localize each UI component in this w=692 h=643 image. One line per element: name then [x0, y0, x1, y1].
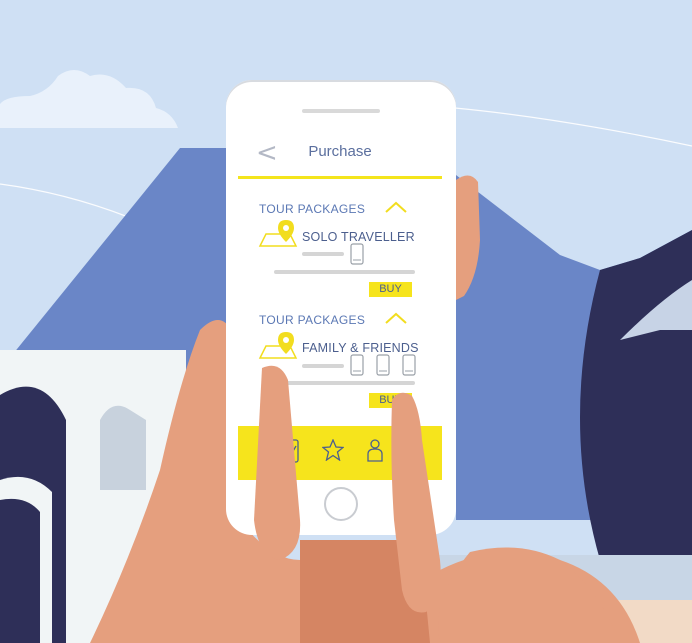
- section-label: TOUR PACKAGES: [259, 202, 366, 216]
- left-wrist: [300, 540, 430, 643]
- section-label: TOUR PACKAGES: [259, 313, 366, 327]
- chevron-up-icon[interactable]: [384, 201, 408, 213]
- divider-bar: [274, 381, 415, 385]
- package-name: SOLO TRAVELLER: [302, 230, 415, 244]
- app-header: < Purchase: [238, 128, 442, 179]
- buy-button[interactable]: BUY: [369, 393, 412, 408]
- user-icon[interactable]: [366, 438, 384, 462]
- phone-icon[interactable]: [284, 439, 300, 463]
- map-pin-icon: [258, 220, 298, 247]
- phone-speaker: [302, 109, 380, 113]
- info-bar: [302, 364, 344, 368]
- chevron-up-icon[interactable]: [384, 312, 408, 324]
- phone-icon: [402, 354, 416, 376]
- star-icon[interactable]: [322, 439, 344, 461]
- map-pin-icon: [258, 332, 298, 359]
- home-button[interactable]: [323, 486, 359, 522]
- divider-bar: [274, 270, 415, 274]
- building-arch: [0, 498, 40, 643]
- package-name: FAMILY & FRIENDS: [302, 341, 419, 355]
- tab-bar: [238, 426, 442, 480]
- page-title: Purchase: [308, 143, 372, 160]
- building-window: [100, 405, 146, 490]
- phone-screen: < Purchase TOUR PACKAGES SOLO TRAVELLER …: [238, 128, 442, 480]
- info-bar: [302, 252, 344, 256]
- phone-icon: [350, 354, 364, 376]
- buy-button[interactable]: BUY: [369, 282, 412, 297]
- phone-icon: [350, 243, 364, 265]
- phone-icon: [376, 354, 390, 376]
